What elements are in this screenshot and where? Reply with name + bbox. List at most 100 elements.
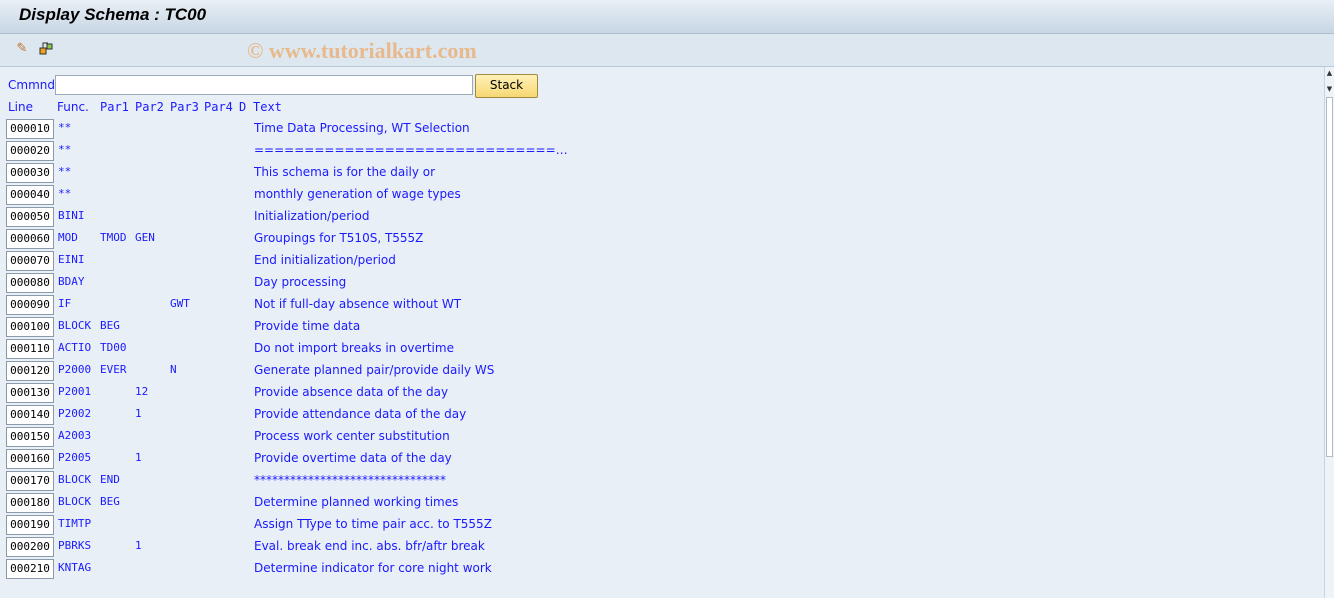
cell-text: Assign TType to time pair acc. to T555Z xyxy=(254,517,492,531)
line-number-field[interactable]: 000040 xyxy=(6,185,54,205)
cell-text: Determine planned working times xyxy=(254,495,459,509)
line-number-field[interactable]: 000010 xyxy=(6,119,54,139)
line-number-field[interactable]: 000140 xyxy=(6,405,54,425)
cell-text: ==============================… xyxy=(254,143,568,157)
table-row: 000010 ** Time Data Processing, WT Selecti… xyxy=(0,119,900,141)
cell-par1: END xyxy=(100,473,120,486)
vertical-scrollbar[interactable]: ▲ ▼ xyxy=(1324,67,1334,598)
cell-text: Initialization/period xyxy=(254,209,370,223)
line-number-field[interactable]: 000160 xyxy=(6,449,54,469)
header-d: D xyxy=(239,100,247,114)
header-func: Func. xyxy=(57,100,89,114)
cell-text: Not if full-day absence without WT xyxy=(254,297,462,311)
cell-par2: 1 xyxy=(135,451,142,464)
cell-func: P2005 xyxy=(58,451,92,464)
header-par2: Par2 xyxy=(135,100,164,114)
table-row: 000130 P2001 12 Provide absence data of the… xyxy=(0,383,900,405)
cell-text: Eval. break end inc. abs. bfr/aftr break xyxy=(254,539,485,553)
table-row: 000160 P2005 1 Provide overtime data of the… xyxy=(0,449,900,471)
line-number-field[interactable]: 000090 xyxy=(6,295,54,315)
table-row: 000110 ACTIO TD00 Do not import breaks in o… xyxy=(0,339,900,361)
cell-par3: N xyxy=(170,363,177,376)
cell-func: IF xyxy=(58,297,72,310)
cell-func: ** xyxy=(58,187,72,200)
table-row: 000150 A2003 Process work center substitut… xyxy=(0,427,900,449)
cell-func: BLOCK xyxy=(58,495,92,508)
cell-text: Provide absence data of the day xyxy=(254,385,449,399)
scroll-thumb[interactable] xyxy=(1326,97,1333,457)
table-row: 000090 IF GWT Not if full-day absence witho… xyxy=(0,295,900,317)
table-row: 000210 KNTAG Determine indicator for core … xyxy=(0,559,900,581)
line-number-field[interactable]: 000100 xyxy=(6,317,54,337)
cell-func: PBRKS xyxy=(58,539,92,552)
cell-func: BLOCK xyxy=(58,319,92,332)
table-row: 000190 TIMTP Assign TType to time pair acc… xyxy=(0,515,900,537)
line-number-field[interactable]: 000180 xyxy=(6,493,54,513)
line-number-field[interactable]: 000080 xyxy=(6,273,54,293)
command-input[interactable] xyxy=(55,75,473,95)
line-number-field[interactable]: 000130 xyxy=(6,383,54,403)
cell-text: monthly generation of wage types xyxy=(254,187,461,201)
table-row: 000140 P2002 1 Provide attendance data of t… xyxy=(0,405,900,427)
scroll-down-icon[interactable]: ▼ xyxy=(1325,85,1334,93)
line-number-field[interactable]: 000070 xyxy=(6,251,54,271)
table-row: 000030 ** This schema is for the daily or xyxy=(0,163,900,185)
cell-par3: GWT xyxy=(170,297,190,310)
cell-func: P2000 xyxy=(58,363,92,376)
line-number-field[interactable]: 000200 xyxy=(6,537,54,557)
cell-par2: 1 xyxy=(135,539,142,552)
cell-func: BINI xyxy=(58,209,85,222)
table-row: 000100 BLOCK BEG Provide time data xyxy=(0,317,900,339)
cell-text: Generate planned pair/provide daily WS xyxy=(254,363,495,377)
line-number-field[interactable]: 000120 xyxy=(6,361,54,381)
header-line: Line xyxy=(8,100,34,114)
line-number-field[interactable]: 000210 xyxy=(6,559,54,579)
cell-par1: BEG xyxy=(100,495,120,508)
cell-text: Day processing xyxy=(254,275,347,289)
cell-text: Provide time data xyxy=(254,319,361,333)
cell-text: Groupings for T510S, T555Z xyxy=(254,231,424,245)
line-number-field[interactable]: 000060 xyxy=(6,229,54,249)
watermark: © www.tutorialkart.com xyxy=(247,38,477,63)
stack-button[interactable]: Stack xyxy=(475,74,538,98)
table-row: 000020 ** ==============================… xyxy=(0,141,900,163)
cell-func: ** xyxy=(58,165,72,178)
line-number-field[interactable]: 000190 xyxy=(6,515,54,535)
table-row: 000040 ** monthly generation of wage types xyxy=(0,185,900,207)
table-row: 000070 EINI End initialization/period xyxy=(0,251,900,273)
line-number-field[interactable]: 000030 xyxy=(6,163,54,183)
table-row: 000080 BDAY Day processing xyxy=(0,273,900,295)
change-icon[interactable]: ✎ xyxy=(13,40,31,58)
header-par4: Par4 xyxy=(204,100,233,114)
line-number-field[interactable]: 000020 xyxy=(6,141,54,161)
line-number-field[interactable]: 000170 xyxy=(6,471,54,491)
cell-text: Do not import breaks in overtime xyxy=(254,341,454,355)
line-number-field[interactable]: 000110 xyxy=(6,339,54,359)
header-text: Text xyxy=(253,100,282,114)
application-toolbar: ✎ xyxy=(0,34,1334,67)
cell-func: ** xyxy=(58,143,72,156)
page-title: Display Schema : TC00 xyxy=(19,5,207,24)
cell-par1: TMOD xyxy=(100,231,127,244)
table-row: 000120 P2000 EVER N Generate planned pair/pr… xyxy=(0,361,900,383)
header-par3: Par3 xyxy=(170,100,199,114)
cell-par1: EVER xyxy=(100,363,127,376)
line-number-field[interactable]: 000150 xyxy=(6,427,54,447)
cell-par2: GEN xyxy=(135,231,155,244)
cell-text: This schema is for the daily or xyxy=(254,165,436,179)
cell-func: TIMTP xyxy=(58,517,92,530)
cell-func: P2001 xyxy=(58,385,92,398)
cell-func: KNTAG xyxy=(58,561,92,574)
other-object-icon[interactable] xyxy=(37,40,55,58)
table-row: 000180 BLOCK BEG Determine planned working … xyxy=(0,493,900,515)
cell-func: BLOCK xyxy=(58,473,92,486)
line-number-field[interactable]: 000050 xyxy=(6,207,54,227)
cell-text: Provide attendance data of the day xyxy=(254,407,467,421)
cell-text: ******************************** xyxy=(254,473,446,487)
cell-func: MOD xyxy=(58,231,78,244)
table-row: 000200 PBRKS 1 Eval. break end inc. abs. bf… xyxy=(0,537,900,559)
table-row: 000050 BINI Initialization/period xyxy=(0,207,900,229)
scroll-up-icon[interactable]: ▲ xyxy=(1325,69,1334,77)
title-bar: Display Schema : TC00 xyxy=(0,0,1334,34)
cell-text: Determine indicator for core night work xyxy=(254,561,492,575)
